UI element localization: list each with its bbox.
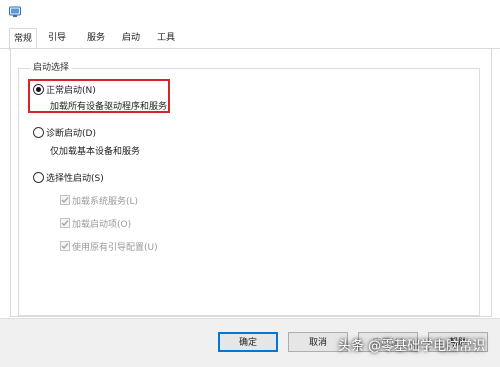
diagnostic-startup-radio[interactable] (33, 127, 44, 138)
tab-strip: 常规 引导 服务 启动 工具 (0, 28, 500, 50)
ok-button[interactable]: 确定 (218, 332, 278, 352)
tab-tools[interactable]: 工具 (154, 28, 178, 48)
checkmark-icon (61, 243, 69, 249)
selective-startup-radio[interactable] (33, 172, 44, 183)
watermark-text: 头条 @零基础学电脑常识 (338, 339, 486, 354)
checkmark-icon (61, 197, 69, 203)
use-original-boot-config-checkbox[interactable] (60, 241, 70, 251)
tab-general[interactable]: 常规 (9, 28, 37, 50)
load-startup-items-checkbox[interactable] (60, 218, 70, 228)
diagnostic-startup-label[interactable]: 诊断启动(D) (46, 126, 96, 139)
highlight-box (28, 79, 170, 113)
load-startup-items-label: 加载启动项(O) (72, 220, 132, 230)
startup-selection-title: 启动选择 (30, 60, 73, 73)
diagnostic-startup-description: 仅加载基本设备和服务 (50, 147, 141, 157)
selective-startup-label[interactable]: 选择性启动(S) (46, 171, 104, 184)
checkmark-icon (61, 220, 69, 226)
tab-boot[interactable]: 引导 (45, 28, 69, 48)
load-system-services-label: 加载系统服务(L) (72, 197, 139, 207)
tab-startup[interactable]: 启动 (119, 28, 143, 48)
title-bar (0, 0, 500, 26)
load-system-services-checkbox[interactable] (60, 195, 70, 205)
system-config-icon (9, 6, 21, 18)
tab-services[interactable]: 服务 (84, 28, 108, 48)
use-original-boot-config-label: 使用原有引导配置(U) (72, 243, 158, 253)
